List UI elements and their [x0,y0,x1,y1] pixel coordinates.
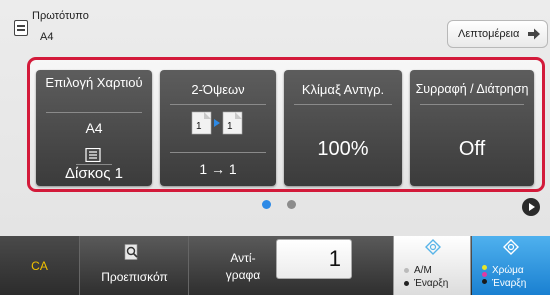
duplex-key[interactable]: 2-Όψεων 1 1 1 → 1 [160,70,276,186]
copy-ratio-title: Κλίμαξ Αντιγρ. [301,82,385,97]
divider [294,104,392,105]
clear-all-label: CA [31,258,48,273]
original-label: Πρωτότυπο [32,10,89,22]
paper-select-key[interactable]: Επιλογή Χαρτιού A4 Δίσκος 1 [36,70,152,186]
paper-tray-icon [85,148,101,162]
page-indicator[interactable] [287,200,296,209]
duplex-value: 1 → 1 [199,161,237,177]
copies-input[interactable]: 1 [276,239,352,279]
start-diamond-icon [425,239,441,255]
preview-button[interactable]: Προεπισκόπ [81,236,189,295]
svg-text:1: 1 [196,121,202,132]
details-label: Λεπτομέρεια [458,28,520,40]
staple-punch-key[interactable]: Συρραφή / Διάτρηση Off [410,70,534,186]
document-icon [14,20,28,36]
copy-ratio-value: 100% [317,138,369,160]
original-size: A4 [40,31,54,43]
color-indicator-dot [482,272,487,277]
function-key-panel: Επιλογή Χαρτιού A4 Δίσκος 1 2-Όψεων 1 1 … [27,57,545,192]
top-bar: Πρωτότυπο A4 Λεπτομέρεια [0,0,550,52]
bw-start-sublabel: Έναρξη [414,278,449,289]
bw-start-button[interactable]: A/M Έναρξη [393,236,471,295]
arrow-right-icon [528,28,540,40]
copies-label: Αντί- γραφα [225,251,261,282]
svg-text:1: 1 [227,121,233,132]
divider [170,152,266,153]
duplex-pages-icon: 1 1 [191,111,243,135]
color-start-label: Χρώμα [492,265,524,276]
copies-value: 1 [328,246,341,271]
bw-indicator-dot [404,281,409,286]
details-button[interactable]: Λεπτομέρεια [447,20,548,48]
paper-select-title: Επιλογή Χαρτιού [45,75,143,90]
paper-tray-value: Δίσκος 1 [64,165,123,182]
copy-ratio-key[interactable]: Κλίμαξ Αντιγρ. 100% [284,70,402,186]
staple-punch-value: Off [458,138,486,160]
magnifier-icon [124,244,138,260]
color-start-sublabel: Έναρξη [492,278,527,289]
next-page-button[interactable] [522,198,540,216]
clear-all-button[interactable]: CA [0,236,80,295]
start-diamond-icon [503,239,519,255]
bw-start-label: A/M [414,265,432,276]
divider [46,112,142,113]
duplex-title: 2-Όψεων [191,82,245,97]
page-indicator-active[interactable] [262,200,271,209]
staple-punch-title: Συρραφή / Διάτρηση [415,82,529,96]
color-indicator-dot [482,279,487,284]
preview-label: Προεπισκόπ [101,270,168,284]
bw-indicator-dot [404,268,409,273]
paper-size-value: A4 [85,120,103,136]
divider [170,104,266,105]
color-indicator-dot [482,265,487,270]
color-start-button[interactable]: Χρώμα Έναρξη [472,236,550,295]
divider [420,104,524,105]
bottom-action-bar: CA Προεπισκόπ Αντί- γραφα 1 A/M Έναρξη Χ… [0,236,550,295]
